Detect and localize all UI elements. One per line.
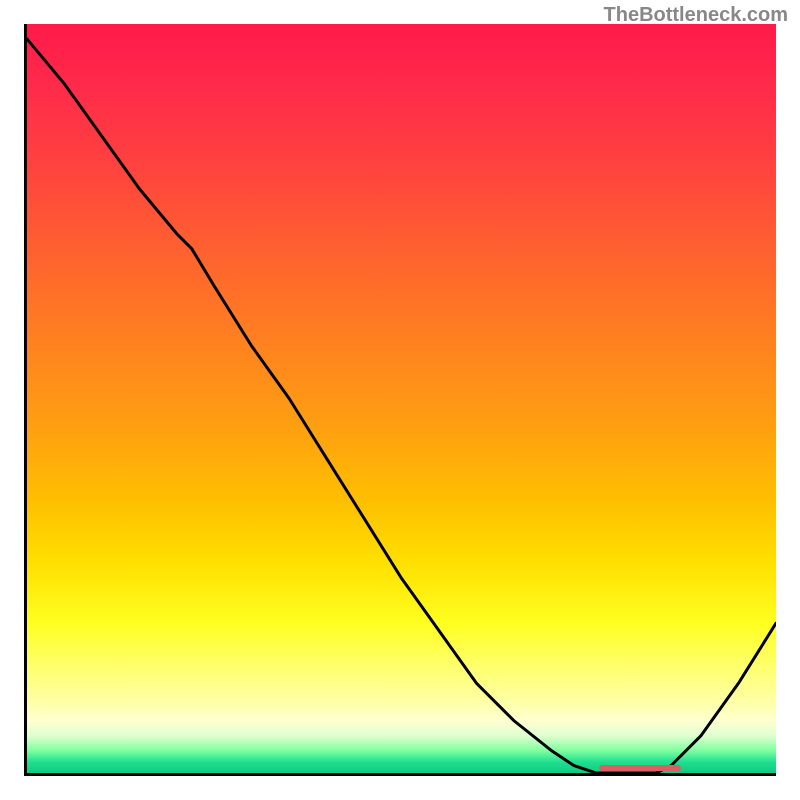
- watermark-text: TheBottleneck.com: [604, 4, 788, 27]
- bottleneck-curve: [27, 24, 776, 773]
- optimal-range-marker: [599, 765, 682, 771]
- chart-plot-area: [24, 24, 776, 776]
